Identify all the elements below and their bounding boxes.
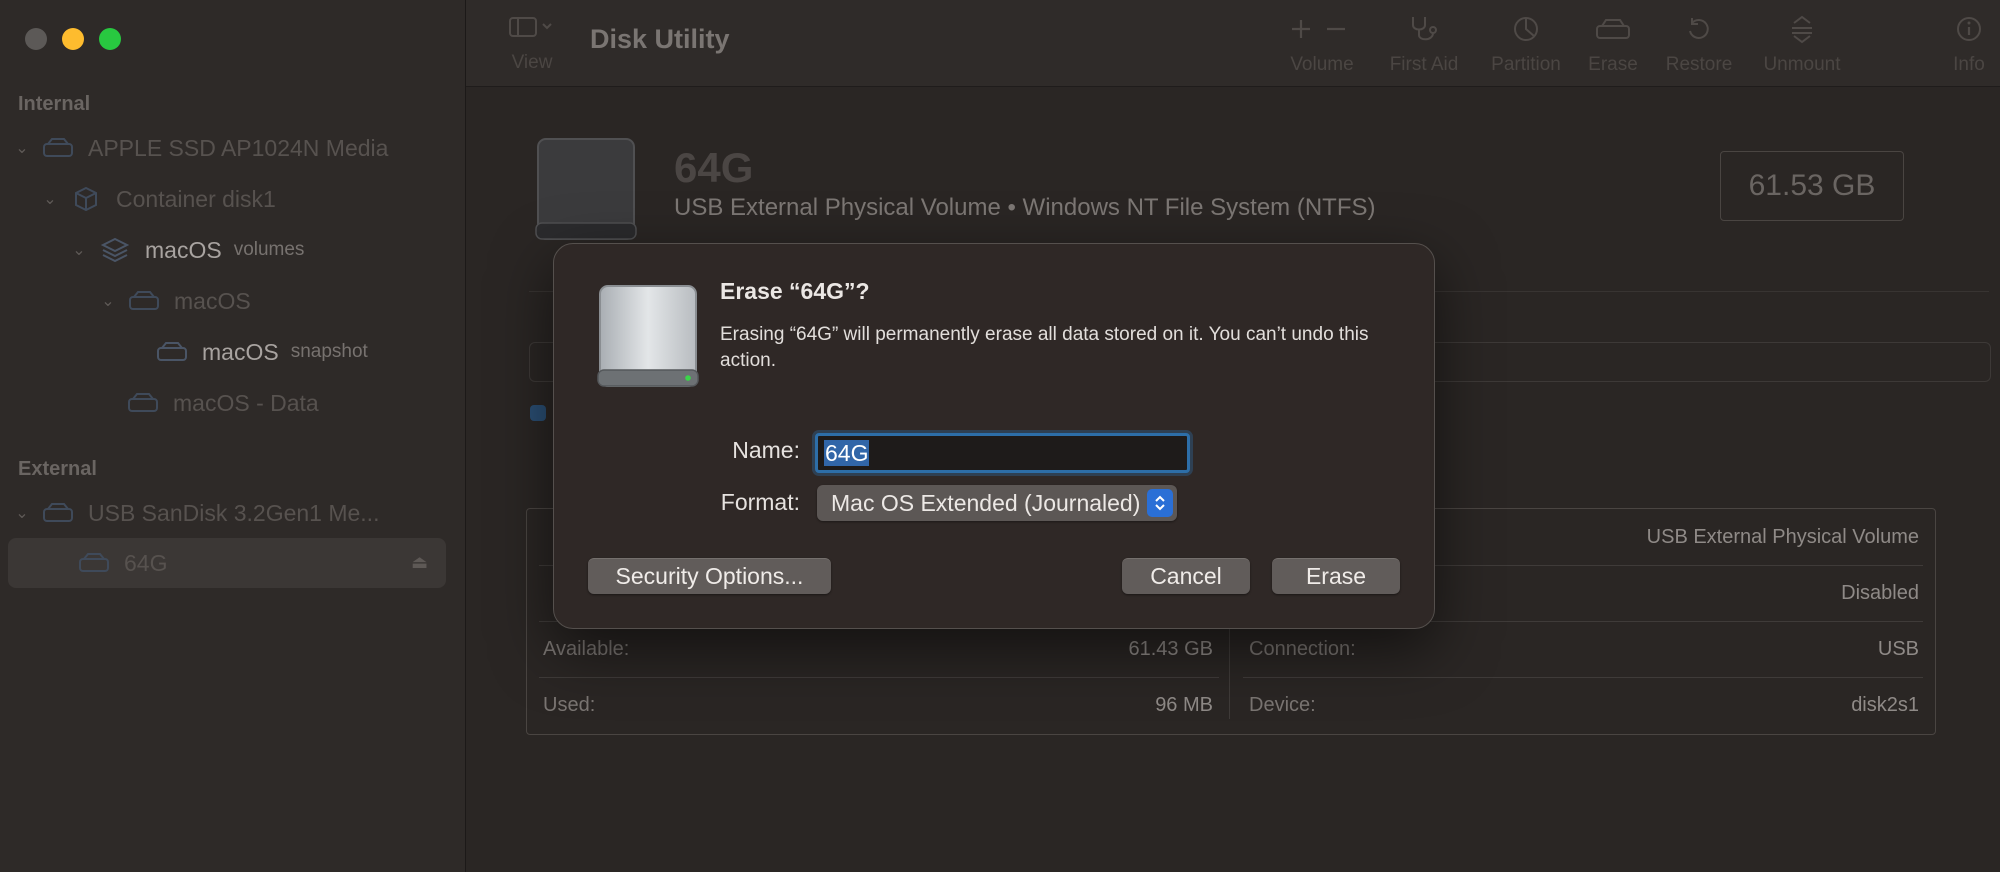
chevron-up-down-icon [1147,489,1173,517]
window-close-button[interactable] [25,28,47,50]
view-button[interactable]: View [502,16,562,74]
volume-name: 64G [674,144,754,191]
sidebar-item-label: macOS [145,236,222,263]
info-value: USB External Physical Volume [1646,525,1919,548]
volume-group-icon [97,237,133,263]
pie-chart-icon [1478,14,1574,44]
chevron-down-icon[interactable]: ⌄ [96,291,120,311]
info-value: 61.43 GB [1128,637,1213,660]
erase-button[interactable]: Erase [1272,558,1400,594]
external-disk-icon [40,500,76,526]
add-remove-icon [1274,14,1370,44]
erase-toolbar-button[interactable]: Erase [1578,14,1648,76]
chevron-down-icon[interactable]: ⌄ [67,240,91,260]
sidebar-item-sublabel: snapshot [290,341,368,362]
info-value: USB [1877,637,1919,660]
internal-disk-icon [40,135,76,161]
restore-button[interactable]: Restore [1654,14,1744,76]
info-key: Connection: [1249,637,1356,660]
sidebar-item-64g[interactable]: 64G [76,540,167,586]
erase-dialog: Erase “64G”? Erasing “64G” will permanen… [553,243,1435,629]
sidebar-item-label: Container disk1 [116,185,276,212]
info-value: disk2s1 [1851,693,1919,716]
sidebar-item-macos-snapshot[interactable]: macOS snapshot [154,329,368,375]
cancel-button[interactable]: Cancel [1122,558,1250,594]
info-row-device: Device: disk2s1 [1249,677,1919,733]
sidebar-item-label: macOS - Data [173,389,319,416]
first-aid-button[interactable]: First Aid [1371,14,1477,76]
info-key: Available: [543,637,630,660]
sidebar-item-macos-data[interactable]: macOS - Data [125,380,319,426]
view-label: View [511,52,553,73]
window-zoom-button[interactable] [99,28,121,50]
info-value: Disabled [1841,581,1919,604]
volume-icon [126,288,162,314]
window-minimize-button[interactable] [62,28,84,50]
chevron-down-icon[interactable]: ⌄ [38,189,62,209]
volume-icon [154,339,190,365]
sidebar-item-macos[interactable]: ⌄ macOS [96,278,251,324]
info-label: Info [1953,54,1985,75]
volume-description: USB External Physical Volume • Windows N… [674,194,1376,221]
sidebar-item-usb-sandisk[interactable]: ⌄ USB SanDisk 3.2Gen1 Me... [10,490,379,536]
sidebar-item-macos-volumes[interactable]: ⌄ macOS volumes [67,227,304,273]
volume-size: 61.53 GB [1720,151,1904,221]
sidebar-item-label: USB SanDisk 3.2Gen1 Me... [88,499,380,526]
restore-icon [1654,14,1744,44]
name-input[interactable]: 64G [815,433,1190,473]
info-key: Device: [1249,693,1316,716]
partition-button[interactable]: Partition [1478,14,1574,76]
sidebar-toggle-icon [502,16,562,44]
volume-icon [125,390,161,416]
chevron-down-icon[interactable]: ⌄ [10,138,34,158]
info-row-connection: Connection: USB [1249,621,1919,677]
sidebar-section-internal: Internal [18,93,91,115]
volume-icon [76,550,112,576]
name-label: Name: [732,437,800,463]
external-drive-icon [532,137,640,248]
format-select-value: Mac OS Extended (Journaled) [831,489,1141,516]
chevron-down-icon[interactable]: ⌄ [10,503,34,523]
external-drive-icon [594,284,702,395]
unmount-icon [1752,14,1852,44]
volume-label: Volume [1290,54,1354,75]
sidebar: Internal ⌄ APPLE SSD AP1024N Media ⌄ Con… [0,0,466,872]
volume-button[interactable]: Volume [1274,14,1370,76]
restore-label: Restore [1665,54,1733,75]
info-icon [1944,14,1994,44]
erase-disk-icon [1578,14,1648,44]
sidebar-selection-highlight [8,538,446,588]
sidebar-item-label: macOS [202,338,279,365]
used-legend-swatch [530,405,546,421]
unmount-label: Unmount [1763,54,1841,75]
sidebar-section-external: External [18,458,97,480]
format-label: Format: [720,489,800,515]
toolbar: View Disk Utility Volume First Aid Parti… [466,0,2000,87]
unmount-button[interactable]: Unmount [1752,14,1852,76]
erase-label: Erase [1588,54,1638,75]
info-key: Used: [543,693,596,716]
info-button[interactable]: Info [1944,14,1994,76]
info-value: 96 MB [1155,693,1213,716]
container-icon [68,186,104,212]
format-select[interactable]: Mac OS Extended (Journaled) [817,485,1177,521]
eject-icon[interactable]: ⏏ [411,552,428,573]
security-options-button[interactable]: Security Options... [588,558,831,594]
stethoscope-icon [1371,14,1477,44]
sidebar-item-container[interactable]: ⌄ Container disk1 [38,176,276,222]
partition-label: Partition [1491,54,1561,75]
sidebar-item-sublabel: volumes [233,239,305,260]
sidebar-item-label: APPLE SSD AP1024N Media [88,134,389,161]
name-input-value[interactable]: 64G [824,440,870,466]
dialog-title: Erase “64G”? [720,278,870,304]
sidebar-item-label: 64G [124,549,168,576]
info-row-available: Available: 61.43 GB [543,621,1213,677]
first-aid-label: First Aid [1389,54,1459,75]
sidebar-item-apple-ssd[interactable]: ⌄ APPLE SSD AP1024N Media [10,125,388,171]
dialog-message: Erasing “64G” will permanently erase all… [720,324,1369,371]
info-row-used: Used: 96 MB [543,677,1213,733]
sidebar-item-label: macOS [174,287,251,314]
app-title: Disk Utility [590,24,730,54]
